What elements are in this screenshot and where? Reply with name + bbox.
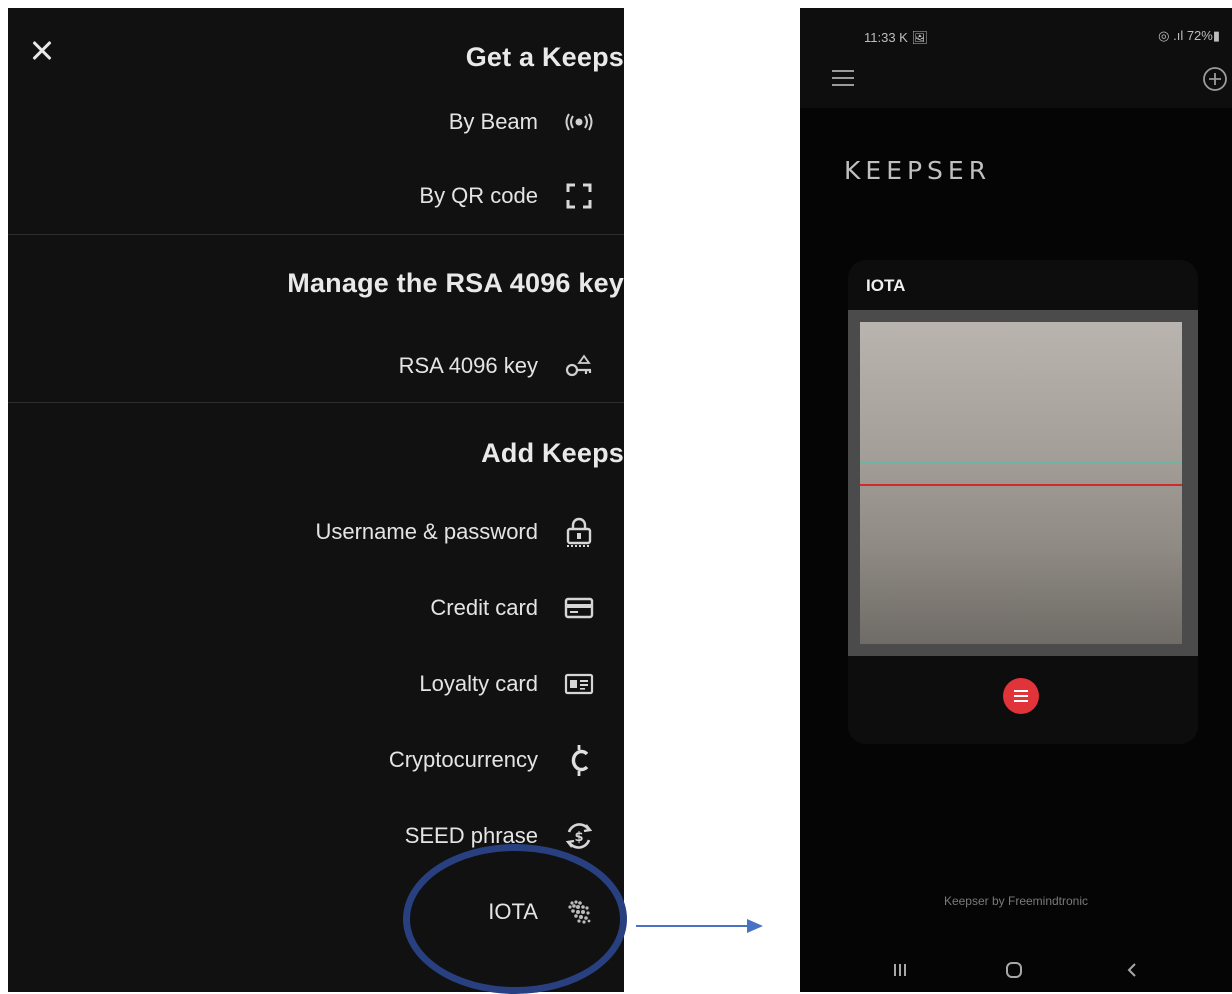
add-keeps-menu: Get a Keeps By Beam By QR code Manage th… (8, 8, 624, 992)
menu-item-label: By Beam (448, 109, 538, 134)
menu-item-loyalty-card[interactable]: Loyalty card (419, 662, 596, 706)
menu-item-credit-card[interactable]: Credit card (430, 586, 596, 630)
menu-item-by-beam[interactable]: By Beam (449, 100, 596, 144)
section-divider (8, 234, 624, 235)
menu-item-label: By QR code (419, 183, 538, 208)
menu-item-by-qr-code[interactable]: By QR code (419, 174, 596, 218)
section-title-get-keeps: Get a Keeps (465, 42, 624, 72)
phone-screen: 11:33 K 🖼 ◎ .ıl 72%▮ KEEPSER IOTA Keepse… (800, 8, 1232, 992)
card-menu-button[interactable] (1003, 678, 1039, 714)
menu-item-label: RSA 4096 key (398, 353, 538, 378)
menu-item-cryptocurrency[interactable]: Cryptocurrency (389, 738, 596, 782)
arrow-line (636, 925, 748, 927)
svg-text:$: $ (574, 830, 583, 845)
lock-icon (562, 515, 596, 549)
home-icon[interactable] (1000, 956, 1028, 984)
beam-icon (562, 105, 596, 139)
scan-line (860, 484, 1182, 486)
status-time: 11:33 K 🖼 (864, 30, 928, 45)
footer-credit: Keepser by Freemindtronic (943, 894, 1089, 908)
id-card-icon (562, 667, 596, 701)
status-indicators: ◎ .ıl 72%▮ (1158, 28, 1220, 43)
section-title-manage-rsa: Manage the RSA 4096 key (287, 268, 624, 298)
menu-item-username-password[interactable]: Username & password (315, 510, 596, 554)
crypto-icon (562, 743, 596, 777)
section-divider (8, 402, 624, 403)
menu-item-iota[interactable]: IOTA (488, 890, 596, 934)
close-icon[interactable] (26, 34, 58, 66)
credit-card-icon (562, 591, 596, 625)
scan-area (860, 322, 1182, 644)
keep-card: IOTA (848, 260, 1198, 744)
scan-guide-line (860, 462, 1182, 463)
app-brand: KEEPSER (844, 156, 992, 185)
menu-item-label: IOTA (488, 899, 538, 924)
section-title-add-keeps: Add Keeps (481, 438, 624, 468)
card-title: IOTA (866, 276, 906, 295)
hamburger-menu-icon[interactable] (832, 70, 854, 88)
app-bar (800, 60, 1232, 108)
menu-item-label: Cryptocurrency (388, 747, 538, 772)
qr-scan-icon (562, 179, 596, 213)
menu-item-seed-phrase[interactable]: SEED phrase $ (405, 814, 596, 858)
menu-item-label: SEED phrase (404, 823, 538, 848)
menu-item-label: Loyalty card (419, 671, 538, 696)
add-circle-icon[interactable] (1202, 66, 1228, 92)
android-nav-bar (800, 948, 1232, 992)
back-icon[interactable] (1118, 956, 1146, 984)
arrow-head-icon (747, 919, 763, 933)
camera-preview (848, 310, 1198, 656)
key-icon (562, 349, 596, 383)
menu-item-label: Credit card (430, 595, 538, 620)
recent-apps-icon[interactable] (886, 956, 914, 984)
menu-item-rsa-key[interactable]: RSA 4096 key (399, 344, 596, 388)
seed-icon: $ (562, 819, 596, 853)
iota-icon (562, 895, 596, 929)
menu-item-label: Username & password (315, 519, 538, 544)
